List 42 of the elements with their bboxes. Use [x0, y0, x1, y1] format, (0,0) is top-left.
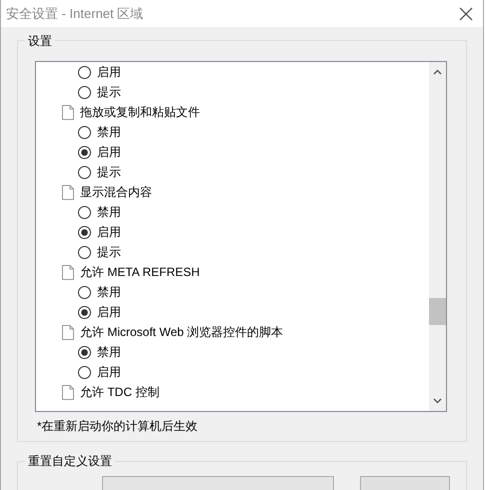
option-label: 禁用: [97, 284, 121, 300]
option-label: 启用: [97, 364, 121, 380]
option-label: 提示: [97, 84, 121, 100]
radio-button[interactable]: [78, 126, 91, 138]
radio-button[interactable]: [78, 226, 91, 238]
scroll-thumb[interactable]: [429, 298, 446, 325]
radio-button[interactable]: [78, 86, 91, 98]
setting-label: 允许 Microsoft Web 浏览器控件的脚本: [80, 324, 284, 340]
radio-button[interactable]: [78, 366, 91, 378]
option-label: 启用: [97, 64, 121, 80]
option-label: 禁用: [97, 124, 121, 140]
document-icon: [62, 264, 74, 280]
setting-label: 拖放或复制和粘贴文件: [80, 104, 200, 120]
option-label: 禁用: [97, 204, 121, 220]
option-label: 提示: [97, 164, 121, 180]
option-label: 启用: [97, 304, 121, 320]
document-icon: [62, 324, 74, 340]
radio-button[interactable]: [78, 166, 91, 178]
radio-button[interactable]: [78, 246, 91, 258]
option-label: 启用: [97, 224, 121, 240]
radio-button[interactable]: [78, 286, 91, 298]
setting-label: 显示混合内容: [80, 184, 152, 200]
close-icon[interactable]: [459, 6, 473, 20]
setting-label: 允许 TDC 控制: [80, 384, 160, 400]
document-icon: [62, 184, 74, 200]
radio-button[interactable]: [78, 66, 91, 78]
scrollbar[interactable]: [429, 62, 446, 411]
option-label: 禁用: [97, 344, 121, 360]
scroll-down-icon[interactable]: [433, 398, 442, 404]
document-icon: [62, 104, 74, 120]
scroll-up-icon[interactable]: [433, 69, 442, 75]
radio-button[interactable]: [78, 306, 91, 318]
setting-label: 允许 META REFRESH: [80, 264, 200, 280]
radio-button[interactable]: [78, 346, 91, 358]
option-label: 启用: [97, 144, 121, 160]
restart-note: *在重新启动你的计算机后生效: [36, 418, 198, 435]
option-label: 提示: [97, 244, 121, 260]
radio-button[interactable]: [78, 206, 91, 218]
group-label: 重置自定义设置: [25, 453, 115, 470]
radio-button[interactable]: [78, 146, 91, 158]
window-title: 安全设置 - Internet 区域: [6, 4, 144, 22]
document-icon: [62, 384, 74, 400]
